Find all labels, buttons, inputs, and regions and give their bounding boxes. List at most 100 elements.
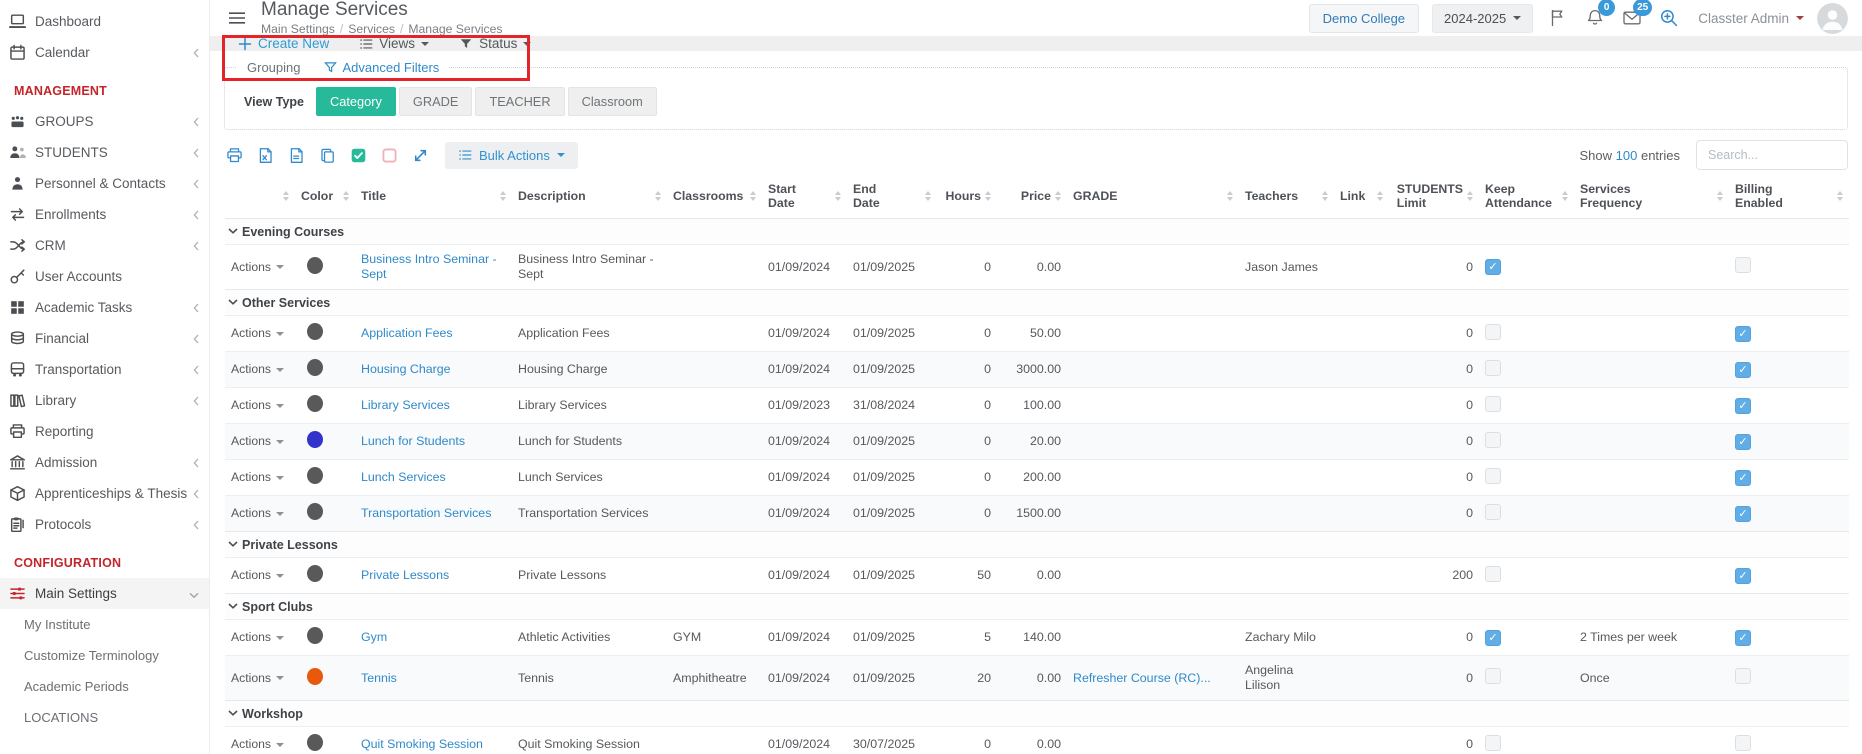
column-header-grade[interactable]: GRADE (1067, 174, 1239, 219)
sort-icons[interactable] (750, 191, 756, 201)
sort-icons[interactable] (1837, 191, 1843, 201)
billing-enabled-checkbox[interactable] (1735, 257, 1751, 273)
row-actions-button[interactable]: Actions (231, 671, 284, 686)
sort-icons[interactable] (1227, 191, 1233, 201)
sort-icons[interactable] (985, 191, 991, 201)
sidebar-item-protocols[interactable]: Protocols (0, 509, 209, 540)
billing-enabled-checkbox[interactable]: ✓ (1735, 568, 1751, 584)
breadcrumb-item-manage-services[interactable]: Manage Services (408, 22, 502, 36)
view-type-category[interactable]: Category (316, 87, 396, 116)
row-actions-button[interactable]: Actions (231, 398, 284, 413)
user-menu[interactable]: Classter Admin (1698, 11, 1804, 26)
billing-enabled-checkbox[interactable] (1735, 735, 1751, 751)
sidebar-item-library[interactable]: Library (0, 385, 209, 416)
service-title-link[interactable]: Gym (361, 630, 387, 644)
row-actions-button[interactable]: Actions (231, 506, 284, 521)
sidebar-item-main-settings[interactable]: Main Settings (0, 578, 209, 609)
sidebar-item-calendar[interactable]: Calendar (0, 37, 209, 68)
check-all-icon[interactable] (350, 147, 367, 164)
keep-attendance-checkbox[interactable] (1485, 668, 1501, 684)
service-title-link[interactable]: Lunch Services (361, 470, 446, 484)
expand-icon[interactable] (412, 147, 429, 164)
column-header-link[interactable]: Link (1334, 174, 1389, 219)
entries-count[interactable]: 100 (1616, 148, 1638, 163)
billing-enabled-checkbox[interactable]: ✓ (1735, 326, 1751, 342)
sidebar-item-students[interactable]: STUDENTS (0, 137, 209, 168)
service-title-link[interactable]: Housing Charge (361, 362, 451, 376)
billing-enabled-checkbox[interactable]: ✓ (1735, 630, 1751, 646)
keep-attendance-checkbox[interactable] (1485, 504, 1501, 520)
column-header-color[interactable]: Color (295, 174, 355, 219)
sort-icons[interactable] (1377, 191, 1383, 201)
column-header-price[interactable]: Price (997, 174, 1067, 219)
column-header-actions[interactable] (225, 174, 295, 219)
billing-enabled-checkbox[interactable]: ✓ (1735, 506, 1751, 522)
hamburger-menu-icon[interactable] (228, 11, 248, 30)
row-actions-button[interactable]: Actions (231, 260, 284, 275)
sidebar-item-apprenticeships-thesis[interactable]: Apprenticeships & Thesis (0, 478, 209, 509)
keep-attendance-checkbox[interactable] (1485, 396, 1501, 412)
keep-attendance-checkbox[interactable] (1485, 735, 1501, 751)
excel-icon[interactable] (257, 147, 274, 164)
row-actions-button[interactable]: Actions (231, 326, 284, 341)
keep-attendance-checkbox[interactable] (1485, 360, 1501, 376)
sidebar-item-enrollments[interactable]: Enrollments (0, 199, 209, 230)
sidebar-item-user-accounts[interactable]: User Accounts (0, 261, 209, 292)
sidebar-item-reporting[interactable]: Reporting (0, 416, 209, 447)
keep-attendance-checkbox[interactable] (1485, 468, 1501, 484)
bulk-actions-button[interactable]: Bulk Actions (445, 142, 578, 169)
sort-icons[interactable] (1322, 191, 1328, 201)
sidebar-item-transportation[interactable]: Transportation (0, 354, 209, 385)
grade-link[interactable]: Refresher Course (RC)... (1073, 671, 1211, 685)
sidebar-item-dashboard[interactable]: Dashboard (0, 6, 209, 37)
column-header-teachers[interactable]: Teachers (1239, 174, 1334, 219)
keep-attendance-checkbox[interactable] (1485, 432, 1501, 448)
column-header-students-limit[interactable]: STUDENTS Limit (1389, 174, 1479, 219)
group-collapse-icon[interactable] (228, 710, 238, 717)
sort-icons[interactable] (1467, 191, 1473, 201)
flag-icon[interactable] (1546, 6, 1570, 30)
mail-icon[interactable]: 25 (1620, 6, 1644, 30)
column-header-services-frequency[interactable]: Services Frequency (1574, 174, 1729, 219)
sidebar-subitem-customize-terminology[interactable]: Customize Terminology (0, 640, 209, 671)
avatar[interactable] (1817, 3, 1848, 34)
status-dropdown[interactable]: Status (459, 36, 531, 51)
print-icon[interactable] (226, 147, 243, 164)
sidebar-subitem-my-institute[interactable]: My Institute (0, 609, 209, 640)
keep-attendance-checkbox[interactable]: ✓ (1485, 259, 1501, 275)
keep-attendance-checkbox[interactable]: ✓ (1485, 630, 1501, 646)
column-header-start-date[interactable]: Start Date (762, 174, 847, 219)
sidebar-subitem-locations[interactable]: LOCATIONS (0, 702, 209, 733)
sort-icons[interactable] (343, 191, 349, 201)
column-header-description[interactable]: Description (512, 174, 667, 219)
advanced-filters-link[interactable]: Advanced Filters (324, 60, 439, 75)
sort-icons[interactable] (835, 191, 841, 201)
year-dropdown[interactable]: 2024-2025 (1432, 4, 1533, 33)
service-title-link[interactable]: Lunch for Students (361, 434, 465, 448)
service-title-link[interactable]: Tennis (361, 671, 397, 685)
column-header-classrooms[interactable]: Classrooms (667, 174, 762, 219)
search-input[interactable] (1696, 140, 1848, 170)
service-title-link[interactable]: Library Services (361, 398, 450, 412)
group-collapse-icon[interactable] (228, 541, 238, 548)
breadcrumb-item-main-settings[interactable]: Main Settings (261, 22, 335, 36)
create-new-button[interactable]: Create New (238, 36, 329, 51)
row-actions-button[interactable]: Actions (231, 362, 284, 377)
billing-enabled-checkbox[interactable]: ✓ (1735, 434, 1751, 450)
sort-icons[interactable] (925, 191, 931, 201)
sort-icons[interactable] (500, 191, 506, 201)
billing-enabled-checkbox[interactable]: ✓ (1735, 362, 1751, 378)
sort-icons[interactable] (283, 191, 289, 201)
column-header-hours[interactable]: Hours (937, 174, 997, 219)
sidebar-item-crm[interactable]: CRM (0, 230, 209, 261)
sidebar-subitem-academic-periods[interactable]: Academic Periods (0, 671, 209, 702)
sidebar-item-financial[interactable]: Financial (0, 323, 209, 354)
row-actions-button[interactable]: Actions (231, 568, 284, 583)
zoom-plus-icon[interactable] (1657, 6, 1681, 30)
column-header-title[interactable]: Title (355, 174, 512, 219)
sort-icons[interactable] (655, 191, 661, 201)
billing-enabled-checkbox[interactable]: ✓ (1735, 470, 1751, 486)
pdf-icon[interactable] (288, 147, 305, 164)
sort-icons[interactable] (1717, 191, 1723, 201)
sort-icons[interactable] (1562, 191, 1568, 201)
